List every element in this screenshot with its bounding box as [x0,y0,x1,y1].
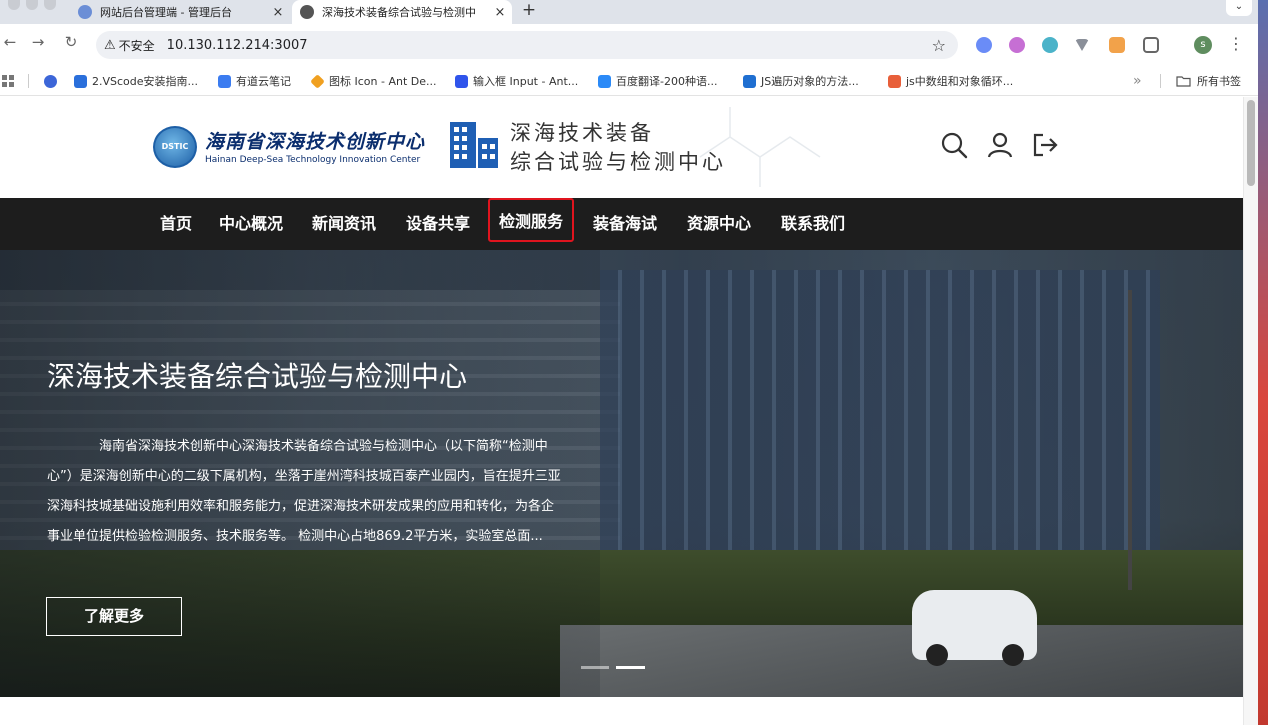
carousel-dot-2-active[interactable] [616,666,645,669]
bookmarks-bar: 2.VScode安装指南... 有道云笔记 图标 Icon - Ant De..… [0,66,1268,96]
browser-tab-admin[interactable]: 网站后台管理端 - 管理后台 × [72,0,286,24]
globe-icon [300,5,314,19]
forward-button[interactable]: → [28,33,48,51]
bookmark-item[interactable]: 2.VScode安装指南... [74,73,198,89]
user-icon[interactable] [986,131,1014,159]
site-header: DSTIC 海南省深海技术创新中心 Hainan Deep-Sea Techno… [0,97,1243,198]
bookmark-favicon [218,74,231,88]
nav-item-contact[interactable]: 联系我们 [781,212,845,236]
site-logo-title[interactable]: 海南省深海技术创新中心 [205,127,425,154]
bookmark-label: JS遍历对象的方法... [761,75,859,88]
page-scrollbar[interactable] [1243,97,1258,725]
bookmark-item[interactable]: 输入框 Input - Ant... [455,73,578,89]
subtitle-line-1: 深海技术装备 [510,121,654,145]
bookmark-label: 输入框 Input - Ant... [473,75,579,88]
subtitle-line-2: 综合试验与检测中心 [510,150,726,174]
tab-title: 深海技术装备综合试验与检测中 [322,6,476,19]
extensions-puzzle-icon[interactable] [1143,37,1159,53]
bookmark-label: js中数组和对象循环... [906,75,1014,88]
bookmark-settings-icon[interactable] [44,73,62,89]
tab-close-icon[interactable]: × [270,5,286,20]
bookmark-label: 图标 Icon - Ant De... [329,75,437,88]
warning-icon: ⚠ [104,37,116,53]
bookmark-item[interactable]: js中数组和对象循环... [888,73,1013,89]
bookmark-item[interactable]: JS遍历对象的方法... [743,73,859,89]
profile-avatar[interactable]: s [1194,36,1212,54]
folder-icon [1176,76,1191,87]
browser-menu-icon[interactable]: ⋮ [1228,34,1244,53]
nav-item-sea-trials[interactable]: 装备海试 [593,212,657,236]
nav-item-news[interactable]: 新闻资讯 [312,212,376,236]
logo-emblem[interactable]: DSTIC [153,126,197,168]
browser-tab-strip: 网站后台管理端 - 管理后台 × 深海技术装备综合试验与检测中 × + ⌄ [0,0,1268,24]
bookmark-item[interactable]: 图标 Icon - Ant De... [310,73,437,89]
bookmark-favicon [74,74,87,88]
carousel-dot-1[interactable] [581,666,609,669]
security-label: 不安全 [118,38,155,53]
window-zoom-control[interactable] [44,0,56,10]
hero-title: 深海技术装备综合试验与检测中心 [47,360,468,393]
window-close-control[interactable] [8,0,20,10]
nav-item-resources[interactable]: 资源中心 [687,212,751,236]
hero-background-car [912,590,1037,666]
globe-icon [78,5,92,19]
site-logo-subtitle: Hainan Deep-Sea Technology Innovation Ce… [205,155,421,165]
bookmarks-divider [1160,74,1161,88]
bookmark-label: 有道云笔记 [236,75,291,88]
tab-close-icon[interactable]: × [492,5,508,20]
center-subtitle: 深海技术装备 综合试验与检测中心 [510,119,726,177]
chat-extension-icon[interactable] [976,37,992,53]
bookmark-favicon [888,74,901,88]
address-bar[interactable]: ⚠ 不安全 10.130.112.214:3007 ☆ [96,31,958,59]
bookmark-label: 2.VScode安装指南... [92,75,199,88]
nav-item-equipment-sharing[interactable]: 设备共享 [406,212,470,236]
nav-item-home[interactable]: 首页 [160,212,192,236]
window-minimize-control[interactable] [26,0,38,10]
bookmarks-divider [28,74,29,88]
ai-extension-icon[interactable] [1042,37,1058,53]
main-navigation: 首页 中心概况 新闻资讯 设备共享 检测服务 装备海试 资源中心 联系我们 [0,198,1243,250]
bookmark-favicon [598,74,611,88]
desktop-background-edge [1258,0,1268,725]
nav-item-testing-services[interactable]: 检测服务 [488,198,575,242]
bookmark-favicon [310,73,325,89]
hero-banner: 深海技术装备综合试验与检测中心 海南省深海技术创新中心深海技术装备综合试验与检测… [0,250,1243,697]
hero-background-road [560,625,1243,697]
hero-background-streetlamp [1128,290,1132,590]
apps-grid-icon[interactable] [2,73,14,89]
browser-tab-detection-center[interactable]: 深海技术装备综合试验与检测中 × [292,0,512,24]
bookmark-item[interactable]: 有道云笔记 [218,73,291,89]
search-icon[interactable] [940,131,968,159]
all-bookmarks-button[interactable]: 所有书签 [1176,73,1241,89]
tab-title: 网站后台管理端 - 管理后台 [100,6,232,19]
brain-extension-icon[interactable] [1009,37,1025,53]
building-icon [450,122,498,168]
translate-extension-icon[interactable] [1109,37,1125,53]
hero-description: 海南省深海技术创新中心深海技术装备综合试验与检测中心（以下简称“检测中心”）是深… [47,439,561,544]
all-bookmarks-label: 所有书签 [1197,75,1241,88]
security-chip[interactable]: ⚠ 不安全 [104,37,155,54]
url-text[interactable]: 10.130.112.214:3007 [167,38,308,53]
logout-icon[interactable] [1031,131,1059,159]
bookmark-favicon [743,74,756,88]
back-button[interactable]: ← [0,33,20,51]
bookmark-item[interactable]: 百度翻译-200种语... [598,73,717,89]
tab-search-button[interactable]: ⌄ [1226,0,1252,16]
reload-button[interactable]: ↻ [61,33,81,51]
address-toolbar: ← → ↻ ⚠ 不安全 10.130.112.214:3007 ☆ s ⋮ [0,24,1268,66]
learn-more-button[interactable]: 了解更多 [46,597,182,636]
bookmarks-overflow-button[interactable]: » [1133,73,1142,89]
new-tab-button[interactable]: + [519,0,539,22]
vue-devtools-icon[interactable] [1075,39,1089,51]
bookmark-favicon [455,74,468,88]
bookmark-star-icon[interactable]: ☆ [932,36,946,55]
bookmark-label: 百度翻译-200种语... [616,75,718,88]
scrollbar-thumb[interactable] [1247,100,1255,186]
nav-item-overview[interactable]: 中心概况 [219,212,283,236]
